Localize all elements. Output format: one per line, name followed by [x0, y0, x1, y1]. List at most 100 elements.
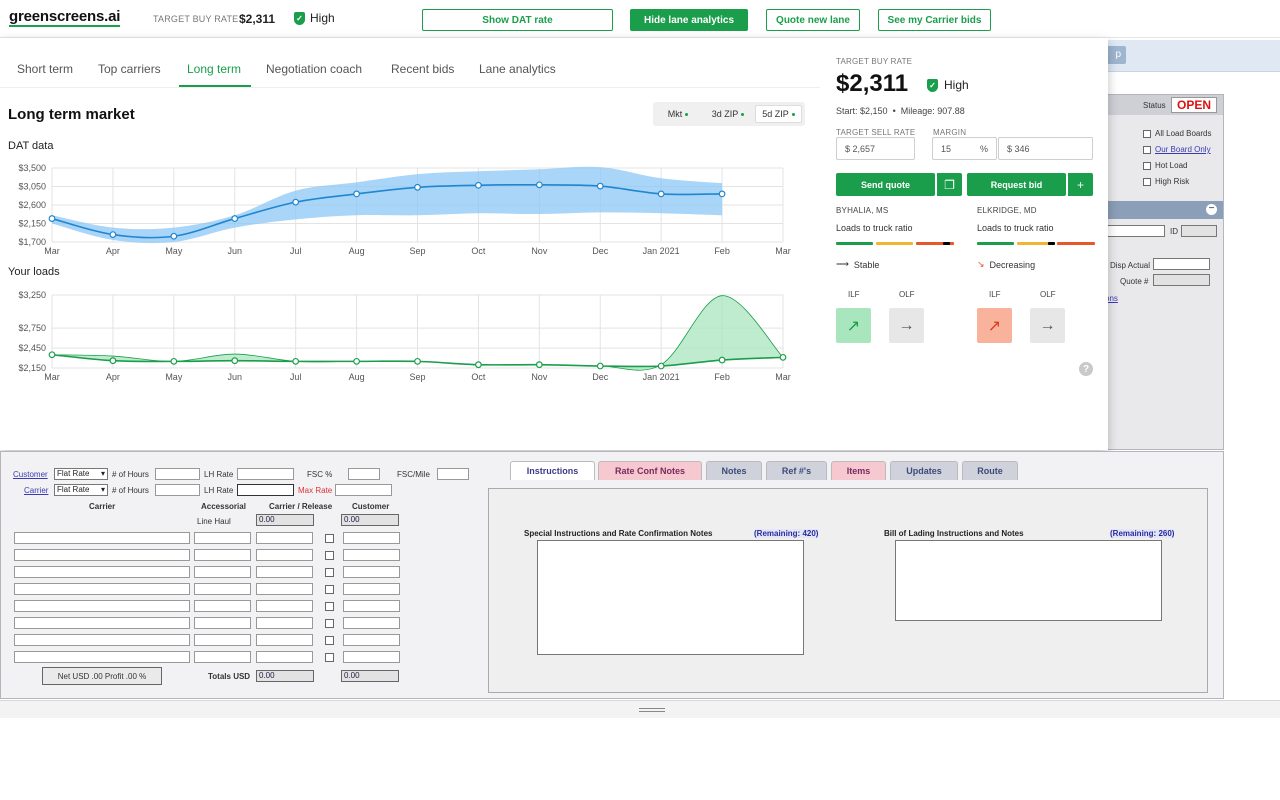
- start-mileage-meta: Start: $2,150 • Mileage: 907.88: [836, 106, 965, 116]
- customer-row-input[interactable]: [343, 583, 400, 595]
- carrier-lh-rate-input[interactable]: [237, 484, 294, 496]
- collapse-icon[interactable]: −: [1206, 204, 1217, 215]
- release-checkbox[interactable]: [325, 534, 334, 543]
- rate-card: TARGET BUY RATE $2,311 ✓ High Start: $2,…: [820, 38, 1108, 450]
- line-haul-customer-value[interactable]: 0.00: [341, 514, 399, 526]
- carrier-row-input[interactable]: [14, 634, 190, 646]
- target-sell-rate-input[interactable]: $ 2,657: [836, 137, 915, 160]
- accessorial-row-input[interactable]: [194, 566, 251, 578]
- checkbox-all-load-boards[interactable]: All Load Boards: [1143, 129, 1211, 138]
- customer-row-input[interactable]: [343, 600, 400, 612]
- checkbox-hot-load[interactable]: Hot Load: [1143, 161, 1187, 170]
- accessorial-row-input[interactable]: [194, 583, 251, 595]
- release-checkbox[interactable]: [325, 568, 334, 577]
- trending-up-icon[interactable]: ↗: [977, 308, 1012, 343]
- pane-splitter[interactable]: [0, 700, 1280, 718]
- carrier-row-input[interactable]: [14, 583, 190, 595]
- tab-notes[interactable]: Notes: [706, 461, 762, 480]
- customer-hours-input[interactable]: [155, 468, 200, 480]
- fsc-mile-input[interactable]: [437, 468, 469, 480]
- checkbox-our-board-only[interactable]: Our Board Only: [1143, 145, 1211, 154]
- checkbox-high-risk[interactable]: High Risk: [1143, 177, 1189, 186]
- request-bid-button[interactable]: Request bid: [967, 173, 1066, 196]
- destination-ratio-marker: [1048, 242, 1055, 245]
- accessorial-row-input[interactable]: [194, 634, 251, 646]
- tab-ref-numbers[interactable]: Ref #'s: [766, 461, 827, 480]
- tab-updates[interactable]: Updates: [890, 461, 958, 480]
- bol-instructions-remaining: (Remaining: 260): [1110, 529, 1175, 538]
- arrow-right-icon[interactable]: →: [1030, 308, 1065, 343]
- bol-instructions-textarea[interactable]: [895, 540, 1162, 621]
- accessorial-row-input[interactable]: [194, 600, 251, 612]
- copy-icon[interactable]: ❐: [936, 173, 962, 196]
- show-dat-rate-button[interactable]: Show DAT rate: [422, 9, 613, 31]
- customer-row-input[interactable]: [343, 634, 400, 646]
- carrier-row-input[interactable]: [14, 566, 190, 578]
- id-field[interactable]: [1181, 225, 1217, 237]
- accessorial-row-input[interactable]: [194, 651, 251, 663]
- accessorial-row-input[interactable]: [194, 617, 251, 629]
- line-haul-carrier-value[interactable]: 0.00: [256, 514, 314, 526]
- disp-actual-field[interactable]: [1153, 258, 1210, 270]
- max-rate-input[interactable]: [335, 484, 392, 496]
- trending-down-icon: ↘: [977, 259, 985, 269]
- carrier-release-row-input[interactable]: [256, 600, 313, 612]
- customer-row-input[interactable]: [343, 651, 400, 663]
- customer-lh-rate-input[interactable]: [237, 468, 294, 480]
- carrier-row-input[interactable]: [14, 651, 190, 663]
- help-icon[interactable]: ?: [1079, 362, 1093, 376]
- loads-chart-x-tick-label: Feb: [714, 372, 730, 382]
- carrier-row-input[interactable]: [14, 617, 190, 629]
- accessorial-row-input[interactable]: [194, 549, 251, 561]
- tab-route[interactable]: Route: [962, 461, 1018, 480]
- carrier-row-input[interactable]: [14, 600, 190, 612]
- hide-lane-analytics-button[interactable]: Hide lane analytics: [630, 9, 748, 31]
- trending-up-icon[interactable]: ↗: [836, 308, 871, 343]
- percent-unit: %: [979, 144, 988, 154]
- accessorial-row-input[interactable]: [194, 532, 251, 544]
- special-instructions-textarea[interactable]: [537, 540, 804, 655]
- carrier-release-row-input[interactable]: [256, 617, 313, 629]
- carrier-release-row-input[interactable]: [256, 549, 313, 561]
- customer-row-input[interactable]: [343, 617, 400, 629]
- carrier-row-input[interactable]: [14, 549, 190, 561]
- customer-row-input[interactable]: [343, 532, 400, 544]
- dat-chart-data-point: [109, 231, 117, 239]
- tab-rate-conf-notes[interactable]: Rate Conf Notes: [598, 461, 702, 480]
- carrier-release-row-input[interactable]: [256, 651, 313, 663]
- tab-instructions[interactable]: Instructions: [510, 461, 595, 480]
- send-quote-button[interactable]: Send quote: [836, 173, 935, 196]
- bg-field[interactable]: [1107, 225, 1165, 237]
- collapsible-section-bar[interactable]: −: [1101, 201, 1223, 219]
- see-my-carrier-bids-button[interactable]: See my Carrier bids: [878, 9, 991, 31]
- loads-chart-x-tick-label: Mar: [775, 372, 791, 382]
- carrier-release-row-input[interactable]: [256, 532, 313, 544]
- drag-handle-icon[interactable]: [639, 708, 665, 712]
- release-checkbox[interactable]: [325, 653, 334, 662]
- quote-field[interactable]: [1153, 274, 1210, 286]
- customer-link[interactable]: Customer: [13, 470, 48, 479]
- customer-rate-type-select[interactable]: Flat Rate: [54, 468, 108, 480]
- margin-percent-input[interactable]: 15 %: [932, 137, 997, 160]
- release-checkbox[interactable]: [325, 551, 334, 560]
- carrier-release-row-input[interactable]: [256, 583, 313, 595]
- release-checkbox[interactable]: [325, 619, 334, 628]
- carrier-release-row-input[interactable]: [256, 634, 313, 646]
- customer-row-input[interactable]: [343, 549, 400, 561]
- plus-icon[interactable]: +: [1067, 173, 1093, 196]
- carrier-hours-input[interactable]: [155, 484, 200, 496]
- customer-row-input[interactable]: [343, 566, 400, 578]
- release-checkbox[interactable]: [325, 585, 334, 594]
- release-checkbox[interactable]: [325, 636, 334, 645]
- carrier-release-row-input[interactable]: [256, 566, 313, 578]
- greenscreens-logo[interactable]: greenscreens.ai: [9, 9, 120, 27]
- arrow-right-icon[interactable]: →: [889, 308, 924, 343]
- carrier-row-input[interactable]: [14, 532, 190, 544]
- fsc-percent-input[interactable]: [348, 468, 380, 480]
- release-checkbox[interactable]: [325, 602, 334, 611]
- tab-items[interactable]: Items: [831, 461, 886, 480]
- margin-amount-input[interactable]: $ 346: [998, 137, 1093, 160]
- quote-new-lane-button[interactable]: Quote new lane: [766, 9, 860, 31]
- carrier-link[interactable]: Carrier: [24, 486, 48, 495]
- carrier-rate-type-select[interactable]: Flat Rate: [54, 484, 108, 496]
